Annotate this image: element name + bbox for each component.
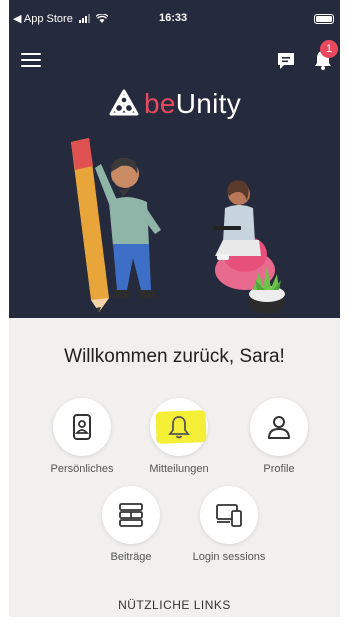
devices-icon [216, 504, 242, 527]
phone-screen: ◀ App Store 16:33 1 beUnity Willkommen z… [9, 0, 340, 617]
battery-icon [314, 14, 334, 24]
back-to-app-store[interactable]: ◀ App Store [13, 12, 108, 25]
photo-frame-right [340, 0, 347, 625]
chat-icon[interactable] [275, 50, 297, 72]
tile-circle [102, 486, 160, 544]
welcome-heading: Willkommen zurück, Sara! [64, 346, 285, 367]
pencil-illustration [71, 138, 109, 312]
hero-section: ◀ App Store 16:33 1 beUnity [9, 0, 340, 318]
bell-icon [168, 416, 190, 439]
tile-persoenliches[interactable]: Persönliches [37, 398, 127, 475]
status-bar: ◀ App Store 16:33 [9, 10, 340, 28]
menu-icon[interactable] [21, 52, 41, 68]
hero-illustration [71, 138, 285, 314]
posts-icon [119, 503, 143, 527]
tile-circle [150, 398, 208, 456]
tile-profile[interactable]: Profile [234, 398, 324, 475]
logo-text-unity: Unity [175, 88, 242, 119]
tile-mitteilungen[interactable]: Mitteilungen [134, 398, 224, 475]
dashboard-content: Willkommen zurück, Sara! Persönliches Mi… [9, 318, 340, 617]
useful-links-heading: NÜTZLICHE LINKS [118, 598, 231, 612]
tile-circle [53, 398, 111, 456]
tile-login-sessions[interactable]: Login sessions [184, 486, 274, 563]
logo-text-be: be [143, 88, 176, 119]
logo-mark-icon [109, 89, 139, 116]
user-icon [268, 416, 290, 439]
tile-label: Login sessions [192, 551, 266, 563]
notification-badge: 1 [320, 40, 338, 58]
tile-label: Mitteilungen [149, 463, 209, 475]
signal-icon [78, 14, 90, 23]
back-label: ◀ App Store [13, 13, 73, 25]
tile-label: Profile [263, 463, 295, 475]
wifi-icon [95, 14, 108, 23]
beunity-logo: beUnity [9, 84, 340, 124]
status-time: 16:33 [159, 12, 188, 24]
tile-label: Beiträge [110, 551, 152, 563]
tile-circle [200, 486, 258, 544]
photo-frame-bottom [0, 617, 347, 625]
tile-circle [250, 398, 308, 456]
tile-beitraege[interactable]: Beiträge [86, 486, 176, 563]
tile-label: Persönliches [50, 463, 114, 475]
photo-frame-left [0, 0, 9, 625]
id-card-icon [73, 414, 91, 440]
